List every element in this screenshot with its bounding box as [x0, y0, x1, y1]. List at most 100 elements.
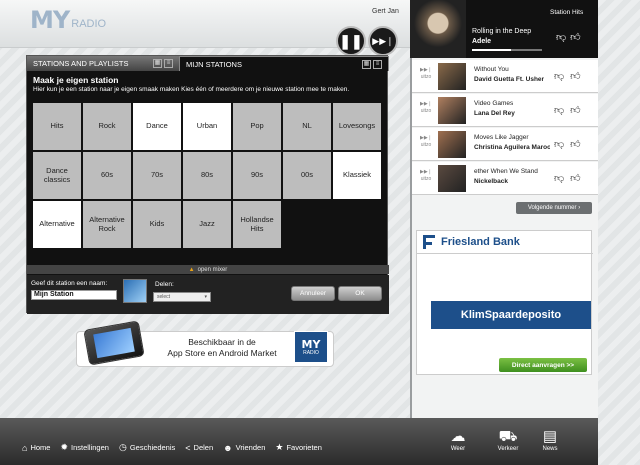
- chevron-right-icon: ›: [578, 205, 581, 211]
- track-artist: Lana Del Rey: [474, 110, 515, 117]
- track-title: ether When We Stand: [474, 168, 538, 175]
- list-view-icon[interactable]: ≡: [164, 59, 173, 68]
- user-name[interactable]: Gert Jan: [372, 8, 399, 15]
- skip-next-icon[interactable]: ▶▶❘: [368, 26, 398, 56]
- thumbs-up-icon[interactable]: 👍︎: [570, 172, 580, 184]
- tab-stations-and-playlists[interactable]: STATIONS AND PLAYLISTS ▦ ≡: [27, 56, 179, 71]
- nav-item-home[interactable]: ⌂ Home: [22, 442, 50, 453]
- app-store-line1: Beschikbaar in de: [188, 337, 256, 347]
- play-next-icon[interactable]: ▶▶❘ uitzo: [418, 101, 434, 115]
- nav-item-vrienden[interactable]: ☻ Vrienden: [223, 442, 265, 453]
- news-icon: ▤: [542, 428, 558, 445]
- genre-tile[interactable]: Kids: [133, 201, 181, 248]
- genre-tile[interactable]: Lovesongs: [333, 103, 381, 150]
- thumbs-down-icon[interactable]: 👎︎: [554, 70, 564, 82]
- progress-bar[interactable]: [472, 49, 542, 51]
- ad-cta-button[interactable]: Direct aanvragen >>: [499, 358, 587, 372]
- right-nav-weer[interactable]: ☁ Weer: [443, 428, 473, 452]
- nav-item-label: Vrienden: [235, 443, 266, 452]
- genre-tile[interactable]: Alternative: [33, 201, 81, 248]
- right-nav-label: Weer: [450, 446, 466, 452]
- genre-tile[interactable]: Rock: [83, 103, 131, 150]
- share-label: Delen:: [155, 281, 174, 288]
- nav-item-label: Delen: [193, 443, 214, 452]
- share-select-value: select: [157, 294, 171, 300]
- thumbs-down-icon[interactable]: 👎︎: [556, 31, 566, 43]
- right-nav-news[interactable]: ▤ News: [535, 428, 565, 452]
- track-side-label: uitzo: [420, 176, 432, 182]
- nav-item-instellingen[interactable]: ✹ Instellingen: [60, 442, 109, 453]
- thumbs-down-icon[interactable]: 👎︎: [554, 104, 564, 116]
- thumbs-up-icon[interactable]: 👍︎: [570, 138, 580, 150]
- genre-tile[interactable]: Urban: [183, 103, 231, 150]
- track-row[interactable]: ▶▶❘ uitzo Video Games Lana Del Rey 👎︎ 👍︎: [412, 94, 598, 127]
- tab-label: STATIONS AND PLAYLISTS: [33, 59, 129, 68]
- logo[interactable]: MY RADIO: [30, 8, 106, 32]
- track-artist: Christina Aguilera Maroon: [474, 144, 550, 151]
- nav-item-geschiedenis[interactable]: ◷ Geschiedenis: [119, 442, 175, 453]
- share-select[interactable]: select ▾: [153, 292, 211, 302]
- nav-item-label: Home: [30, 443, 51, 452]
- genre-tile[interactable]: Klassiek: [333, 152, 381, 199]
- logo-my: MY: [30, 6, 70, 34]
- play-next-icon[interactable]: ▶▶❘ uitzo: [418, 169, 434, 183]
- tab-mijn-stations[interactable]: MIJN STATIONS ▦ ≡: [179, 56, 389, 71]
- nav-item-favorieten[interactable]: ★ Favorieten: [275, 442, 322, 453]
- genre-tile[interactable]: Hollandse Hits: [233, 201, 281, 248]
- next-track-label: Volgende nummer: [527, 205, 577, 211]
- station-name-input[interactable]: Mijn Station: [31, 290, 117, 300]
- ad-product: KlimSpaardeposito: [431, 301, 591, 329]
- next-track-button[interactable]: Volgende nummer ›: [516, 202, 592, 214]
- genre-tile[interactable]: Hits: [33, 103, 81, 150]
- panel-description: Hier kun je een station naar je eigen sm…: [33, 86, 350, 93]
- nav-item-delen[interactable]: < Delen: [185, 442, 213, 453]
- weather-icon: ☁: [450, 428, 466, 445]
- nav-item-label: Geschiedenis: [129, 443, 176, 452]
- nav-item-label: Favorieten: [286, 443, 322, 452]
- myradio-app-logo: MY RADIO: [294, 331, 328, 363]
- genre-tile[interactable]: 90s: [233, 152, 281, 199]
- genre-tile[interactable]: Pop: [233, 103, 281, 150]
- genre-tile[interactable]: 70s: [133, 152, 181, 199]
- empty-tile: [333, 201, 381, 248]
- advertisement[interactable]: Friesland Bank KlimSpaardeposito Direct …: [416, 230, 593, 375]
- track-row[interactable]: ▶▶❘ uitzo Without You David Guetta Ft. Ushe…: [412, 60, 598, 93]
- grid-view-icon[interactable]: ▦: [153, 59, 162, 68]
- genre-tile[interactable]: Dance classics: [33, 152, 81, 199]
- genre-tile[interactable]: 00s: [283, 152, 331, 199]
- genre-tile[interactable]: 60s: [83, 152, 131, 199]
- play-next-icon[interactable]: ▶▶❘ uitzo: [418, 67, 434, 81]
- track-row[interactable]: ▶▶❘ uitzo ether When We Stand Nickelback 👎︎ 👍…: [412, 162, 598, 195]
- right-nav-label: Verkeer: [497, 446, 519, 452]
- cancel-button[interactable]: Annuleer: [291, 286, 335, 301]
- track-row[interactable]: ▶▶❘ uitzo Moves Like Jagger Christina Aguil…: [412, 128, 598, 161]
- thumbs-up-icon[interactable]: 👍︎: [570, 31, 580, 43]
- genre-tile[interactable]: Jazz: [183, 201, 231, 248]
- genre-grid: Hits Rock Dance Urban Pop NL Lovesongs Dance cl…: [33, 103, 383, 248]
- right-nav-verkeer[interactable]: ⛟ Verkeer: [493, 428, 523, 452]
- genre-tile[interactable]: Alternative Rock: [83, 201, 131, 248]
- grid-view-icon[interactable]: ▦: [362, 59, 371, 69]
- thumbs-up-icon[interactable]: 👍︎: [570, 104, 580, 116]
- app-store-text: Beschikbaar in de App Store en Android M…: [152, 337, 292, 359]
- now-playing-station[interactable]: Station Hits: [550, 9, 583, 16]
- play-next-icon[interactable]: ▶▶❘ uitzo: [418, 135, 434, 149]
- thumbs-down-icon[interactable]: 👎︎: [554, 172, 564, 184]
- logo-radio: RADIO: [71, 18, 107, 30]
- genre-tile[interactable]: Dance: [133, 103, 181, 150]
- thumbs-down-icon[interactable]: 👎︎: [554, 138, 564, 150]
- open-mixer-toggle[interactable]: ▲ open mixer: [27, 265, 389, 274]
- track-side-label: uitzo: [420, 108, 432, 114]
- nav-item-label: Instellingen: [71, 443, 109, 452]
- ok-button[interactable]: OK: [338, 286, 382, 301]
- player-controls: ❚❚ ▶▶❘: [336, 26, 398, 56]
- genre-tile[interactable]: NL: [283, 103, 331, 150]
- list-view-icon[interactable]: ≡: [373, 59, 382, 69]
- friends-icon: ☻: [223, 442, 233, 453]
- track-artist: Nickelback: [474, 178, 508, 185]
- genre-tile[interactable]: 80s: [183, 152, 231, 199]
- pause-icon[interactable]: ❚❚: [336, 26, 366, 56]
- station-image[interactable]: [123, 279, 147, 303]
- thumbs-up-icon[interactable]: 👍︎: [570, 70, 580, 82]
- track-thumbnail: [438, 63, 466, 90]
